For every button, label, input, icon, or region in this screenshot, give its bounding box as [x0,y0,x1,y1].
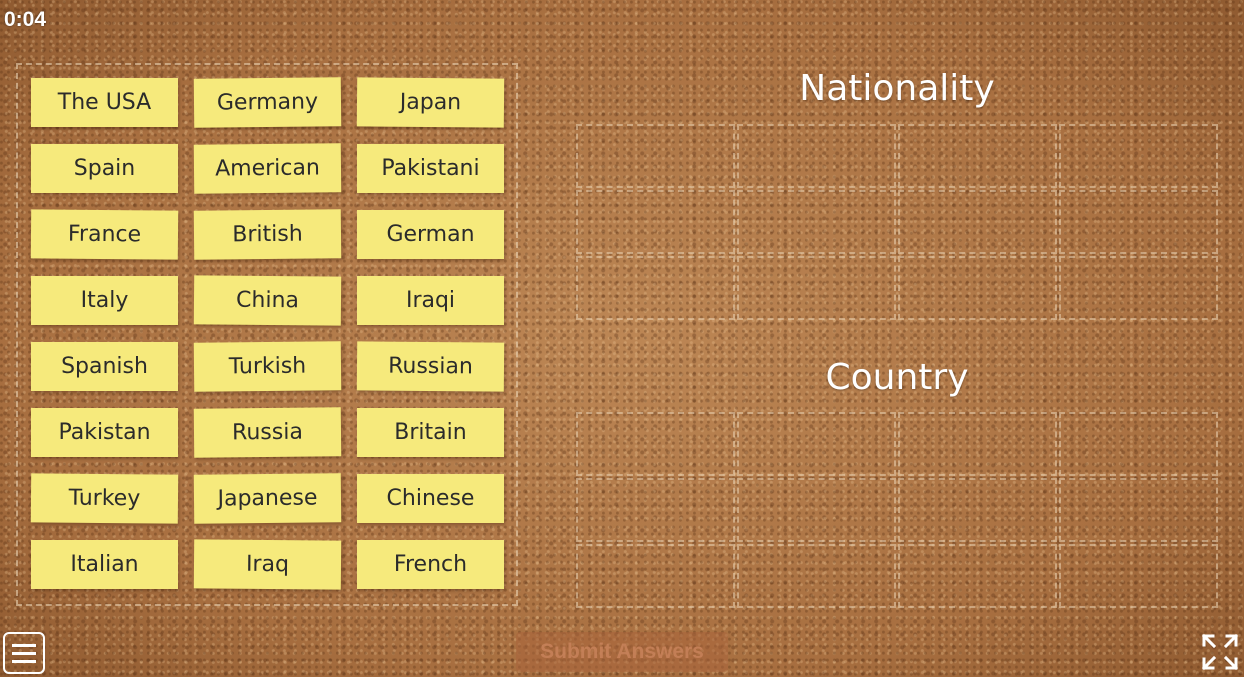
drop-slot[interactable] [898,412,1057,476]
word-card[interactable]: Japanese [193,473,342,524]
country-heading: Country [825,357,969,398]
drop-slot[interactable] [1059,256,1218,320]
card-grid: The USA Germany Japan Spain American Pak… [30,77,505,590]
word-card[interactable]: Chinese [357,474,504,523]
drop-slot[interactable] [898,478,1057,542]
drop-slot[interactable] [737,124,896,188]
word-card[interactable]: British [193,209,342,260]
word-card[interactable]: Russia [193,407,342,458]
nationality-heading: Nationality [799,68,995,109]
fullscreen-icon[interactable] [1200,632,1240,672]
word-card[interactable]: Turkey [30,473,179,524]
word-card[interactable]: France [30,209,179,260]
drop-slot[interactable] [737,190,896,254]
drop-slot[interactable] [737,412,896,476]
drop-slot[interactable] [1059,124,1218,188]
drop-slot[interactable] [576,412,735,476]
country-drop-zone [576,412,1218,608]
drop-slot[interactable] [1059,478,1218,542]
word-card[interactable]: Iraqi [357,276,504,325]
drop-slot[interactable] [576,544,735,608]
word-card[interactable]: Turkish [193,341,342,392]
word-card[interactable]: Britain [357,408,504,457]
drop-slot[interactable] [898,256,1057,320]
word-card[interactable]: Russian [356,341,505,392]
drop-slot[interactable] [576,124,735,188]
word-card[interactable]: Italy [31,276,178,325]
word-card[interactable]: Spain [31,144,178,193]
drop-slot[interactable] [898,190,1057,254]
word-card[interactable]: Pakistan [31,408,178,457]
drop-slot[interactable] [1059,544,1218,608]
drop-slot[interactable] [1059,412,1218,476]
word-card[interactable]: Italian [31,540,178,589]
nationality-drop-zone [576,124,1218,320]
drop-slot[interactable] [576,256,735,320]
word-card[interactable]: Pakistani [357,144,504,193]
word-card[interactable]: The USA [31,78,178,127]
word-card[interactable]: China [193,275,342,326]
word-card[interactable]: French [357,540,504,589]
drop-slot[interactable] [737,256,896,320]
drop-slot[interactable] [737,544,896,608]
word-card[interactable]: German [357,210,504,259]
submit-answers-button[interactable]: Submit Answers [516,632,728,672]
hamburger-menu-icon[interactable] [3,632,45,674]
drop-slot[interactable] [576,190,735,254]
drop-slot[interactable] [737,478,896,542]
drop-slot[interactable] [576,478,735,542]
word-card[interactable]: Germany [193,77,342,128]
drop-slot[interactable] [1059,190,1218,254]
word-card[interactable]: Spanish [31,342,178,391]
drop-slot[interactable] [898,124,1057,188]
word-card[interactable]: American [193,143,342,194]
word-card[interactable]: Iraq [193,539,342,590]
drop-slot[interactable] [898,544,1057,608]
timer: 0:04 [4,8,47,31]
word-card[interactable]: Japan [356,77,505,128]
